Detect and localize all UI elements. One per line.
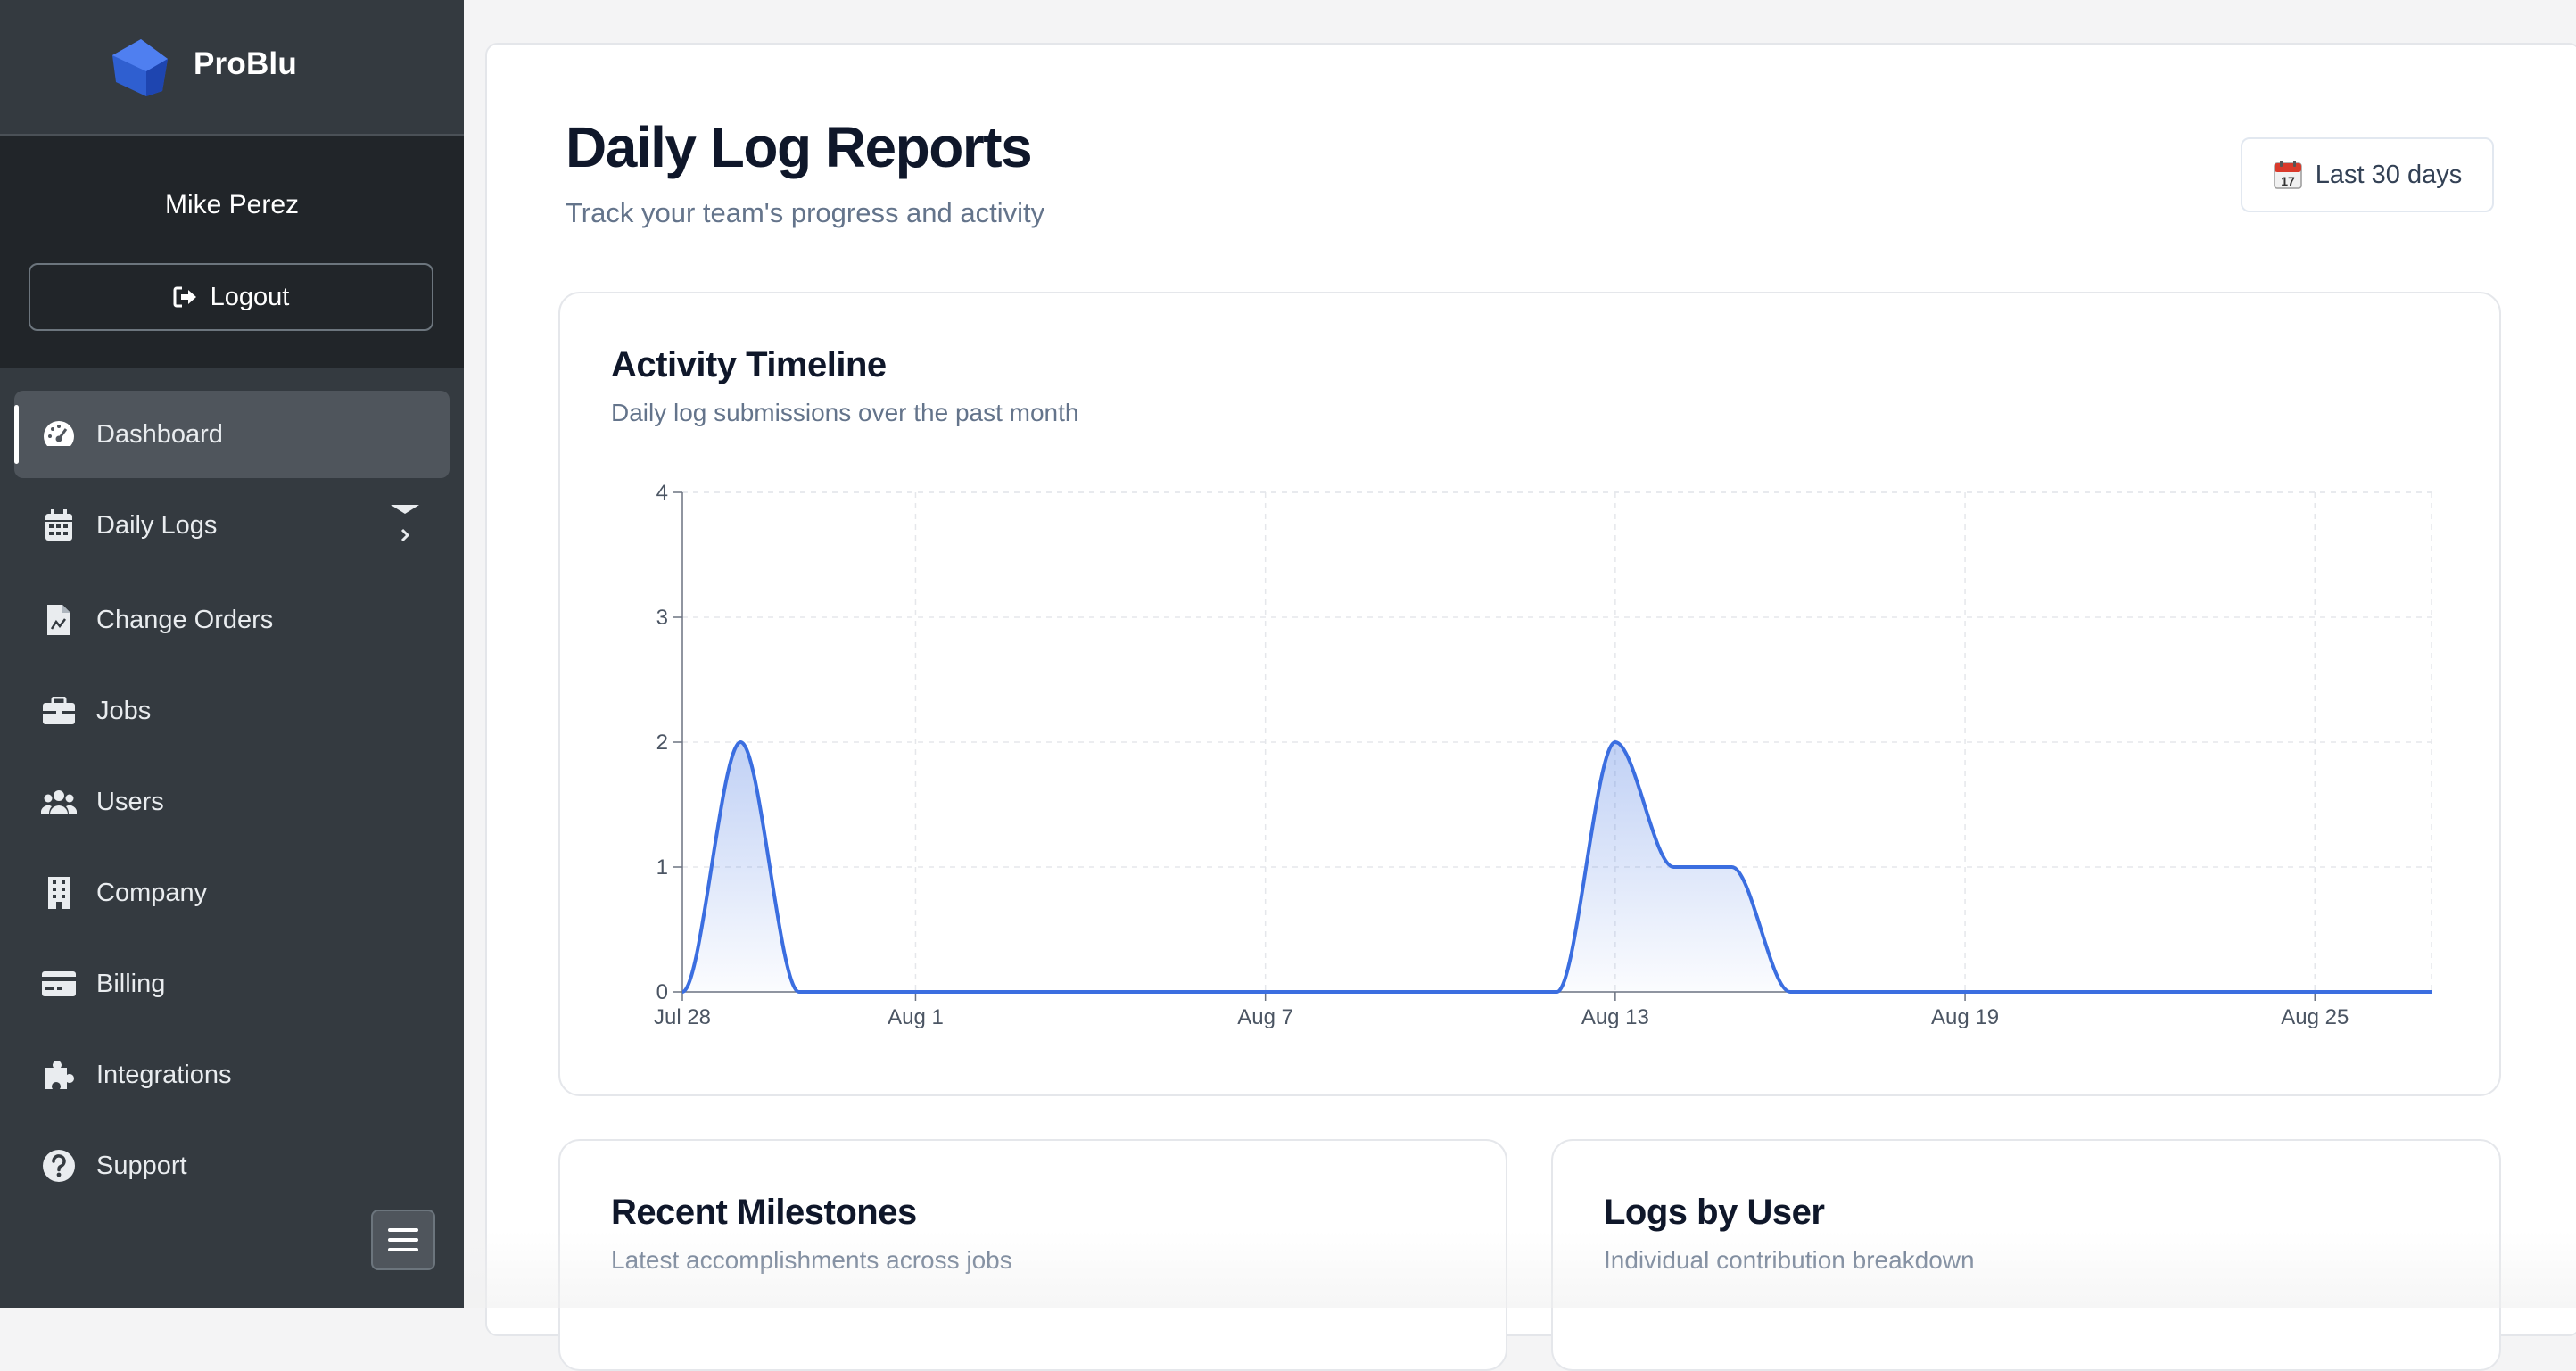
logout-button[interactable]: Logout — [29, 263, 433, 331]
x-tick-label: Aug 1 — [888, 1005, 944, 1029]
x-tick-label: Aug 25 — [2281, 1005, 2349, 1029]
logs-by-user-card: Logs by User Individual contribution bre… — [1551, 1139, 2501, 1371]
sidebar-item-label: Daily Logs — [96, 510, 218, 540]
sidebar-item-change-orders[interactable]: Change Orders — [14, 576, 450, 664]
sidebar-item-billing[interactable]: Billing — [14, 940, 450, 1028]
page-title: Daily Log Reports — [566, 115, 1033, 179]
sidebar-item-label: Change Orders — [96, 605, 274, 634]
sidebar-item-integrations[interactable]: Integrations — [14, 1031, 450, 1119]
y-tick-label: 1 — [656, 855, 668, 880]
series-area — [682, 742, 2432, 992]
user-panel: Mike Perez Logout — [0, 136, 464, 368]
credit-card-icon — [41, 966, 77, 1002]
dashboard-gauge-icon — [41, 417, 77, 452]
calendar-icon — [41, 508, 77, 543]
sidebar-item-label: Company — [96, 878, 208, 907]
x-tick-label: Jul 28 — [654, 1005, 711, 1029]
sidebar-toggle-button[interactable] — [371, 1210, 435, 1270]
activity-chart: 0 1 2 3 4 Jul 28 Aug 1 Aug 7 Aug 13 Aug 19 Aug 25 — [654, 481, 2432, 1029]
calendar-emoji-icon: 17 — [2274, 161, 2302, 189]
logout-label: Logout — [210, 282, 290, 311]
brand-header[interactable]: ProBlu — [0, 0, 464, 136]
sidebar-item-users[interactable]: Users — [14, 758, 450, 846]
x-tick-label: Aug 19 — [1931, 1005, 1999, 1029]
chevron-right-icon — [391, 505, 419, 542]
recent-milestones-card: Recent Milestones Latest accomplishments… — [558, 1139, 1507, 1371]
milestones-subtitle: Latest accomplishments across jobs — [611, 1246, 1012, 1274]
activity-timeline-card: Activity Timeline Daily log submissions … — [558, 292, 2501, 1096]
sidebar-item-label: Support — [96, 1151, 187, 1180]
file-invoice-icon — [41, 602, 77, 638]
sidebar-item-label: Integrations — [96, 1060, 232, 1089]
logs-by-user-subtitle: Individual contribution breakdown — [1604, 1246, 1975, 1274]
question-circle-icon — [41, 1148, 77, 1184]
sidebar-item-daily-logs[interactable]: Daily Logs — [14, 482, 450, 569]
date-range-label: Last 30 days — [2315, 160, 2463, 189]
series-line — [681, 740, 2432, 994]
y-tick-label: 3 — [656, 606, 668, 630]
house-logo-icon — [112, 39, 168, 96]
building-icon — [41, 875, 77, 911]
sidebar: ProBlu Mike Perez Logout Dashboard Daily… — [0, 0, 464, 1308]
sidebar-item-label: Users — [96, 787, 164, 816]
x-tick-label: Aug 13 — [1581, 1005, 1649, 1029]
y-tick-label: 4 — [656, 481, 668, 505]
briefcase-icon — [41, 693, 77, 729]
sidebar-item-label: Billing — [96, 969, 166, 998]
y-tick-label: 2 — [656, 731, 668, 755]
logs-by-user-title: Logs by User — [1604, 1193, 1825, 1232]
y-tick-label: 0 — [656, 980, 668, 1004]
user-name: Mike Perez — [164, 190, 300, 219]
sidebar-item-support[interactable]: Support — [14, 1122, 450, 1210]
date-range-button[interactable]: 17 Last 30 days — [2241, 137, 2494, 212]
sidebar-item-label: Jobs — [96, 696, 152, 725]
sidebar-item-jobs[interactable]: Jobs — [14, 667, 450, 755]
users-icon — [41, 784, 77, 820]
svg-text:17: 17 — [2281, 174, 2295, 188]
page-subtitle: Track your team's progress and activity — [566, 197, 1045, 228]
x-tick-label: Aug 7 — [1237, 1005, 1293, 1029]
hamburger-icon — [388, 1228, 418, 1251]
sidebar-item-label: Dashboard — [96, 419, 223, 449]
puzzle-icon — [41, 1057, 77, 1093]
sign-out-icon — [173, 286, 196, 308]
sidebar-item-dashboard[interactable]: Dashboard — [14, 391, 450, 478]
sidebar-item-company[interactable]: Company — [14, 849, 450, 937]
brand-name: ProBlu — [194, 46, 297, 81]
milestones-title: Recent Milestones — [611, 1193, 917, 1232]
